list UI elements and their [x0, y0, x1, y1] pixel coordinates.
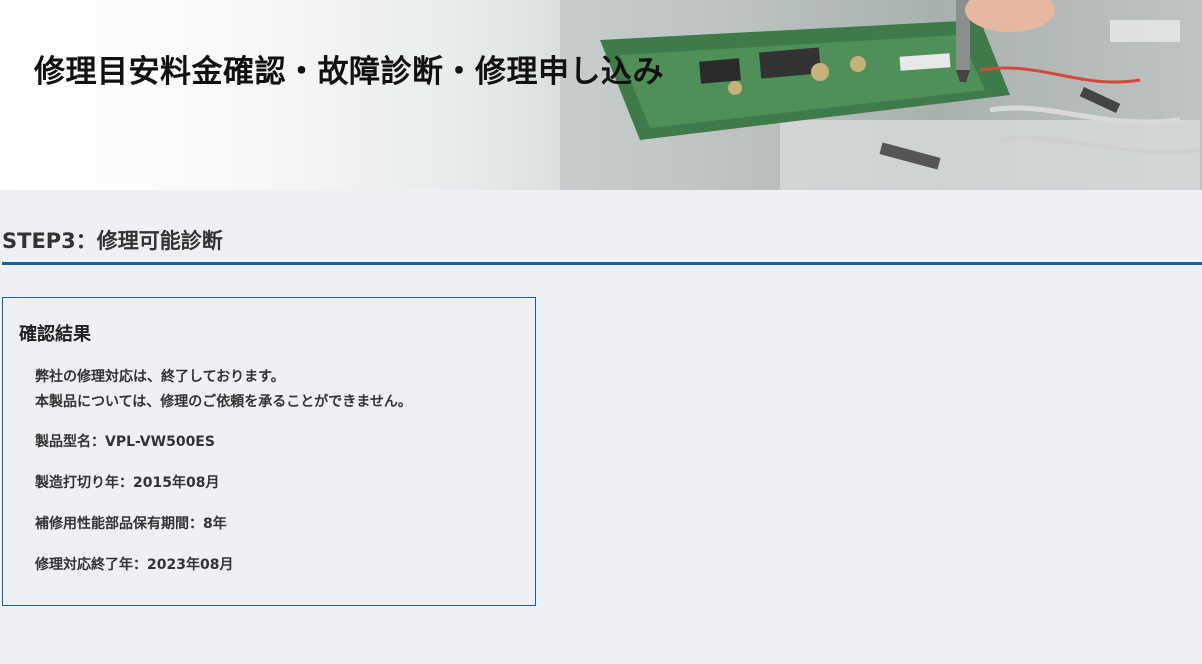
production-end-row: 製造打切り年：2015年08月	[35, 473, 515, 493]
page-title: 修理目安料金確認・故障診断・修理申し込み	[34, 54, 664, 90]
detail-label: 補修用性能部品保有期間：	[35, 516, 203, 532]
result-card: 確認結果 弊社の修理対応は、終了しております。 本製品については、修理のご依頼を…	[2, 297, 536, 606]
message-line: 本製品については、修理のご依頼を承ることができません。	[35, 394, 412, 410]
result-title: 確認結果	[19, 324, 91, 345]
detail-value: 2023年08月	[147, 557, 234, 573]
hero-banner: 修理目安料金確認・故障診断・修理申し込み	[0, 0, 1202, 190]
circuit-board-image	[560, 0, 1202, 190]
detail-value: VPL-VW500ES	[105, 434, 215, 450]
detail-label: 製品型名：	[35, 434, 105, 450]
model-name-row: 製品型名：VPL-VW500ES	[35, 432, 515, 452]
repair-end-row: 修理対応終了年：2023年08月	[35, 555, 515, 575]
detail-value: 8年	[203, 516, 227, 532]
result-body: 弊社の修理対応は、終了しております。 本製品については、修理のご依頼を承ることが…	[35, 365, 515, 575]
detail-label: 製造打切り年：	[35, 475, 133, 491]
parts-retention-row: 補修用性能部品保有期間：8年	[35, 514, 515, 534]
detail-label: 修理対応終了年：	[35, 557, 147, 573]
step-title: STEP3：修理可能診断	[2, 229, 223, 253]
step-heading: STEP3：修理可能診断	[2, 226, 1202, 265]
message-line: 弊社の修理対応は、終了しております。	[35, 369, 285, 385]
detail-value: 2015年08月	[133, 475, 220, 491]
